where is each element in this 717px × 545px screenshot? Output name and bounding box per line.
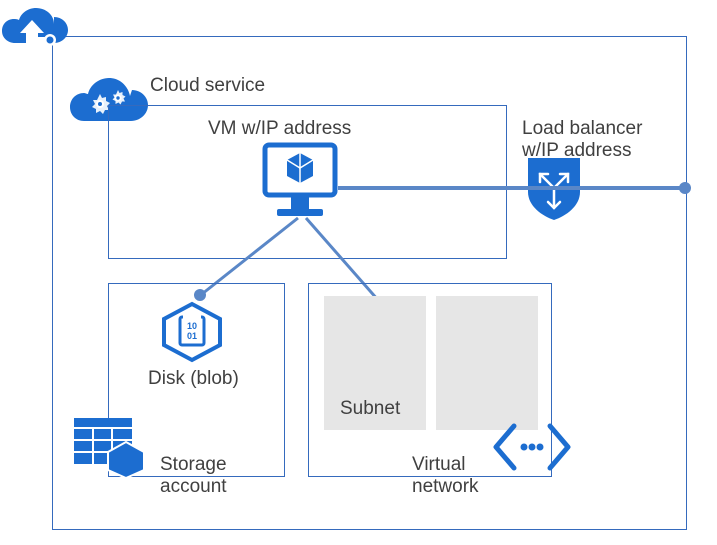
virtual-network-label-1: Virtual: [412, 454, 466, 476]
storage-account-icon: [74, 418, 146, 478]
virtual-network-icon: [492, 420, 572, 474]
disk-blob-label: Disk (blob): [148, 368, 239, 390]
storage-account-label-1: Storage: [160, 454, 227, 476]
connector-vm-lb: [338, 180, 698, 200]
subnet-label: Subnet: [340, 398, 400, 420]
load-balancer-label-1: Load balancer: [522, 118, 642, 140]
virtual-network-label-2: network: [412, 476, 479, 498]
vm-ip-label: VM w/IP address: [208, 118, 351, 140]
storage-account-label-2: account: [160, 476, 227, 498]
vm-icon: [261, 143, 339, 221]
svg-text:10: 10: [187, 321, 197, 331]
svg-text:01: 01: [187, 331, 197, 341]
azure-cloud-icon: [2, 6, 72, 58]
cloud-service-label: Cloud service: [150, 75, 265, 97]
endpoint-dot: [679, 182, 691, 194]
subnet-panel-2: [436, 296, 538, 430]
disk-blob-icon: 10 01: [160, 302, 224, 362]
